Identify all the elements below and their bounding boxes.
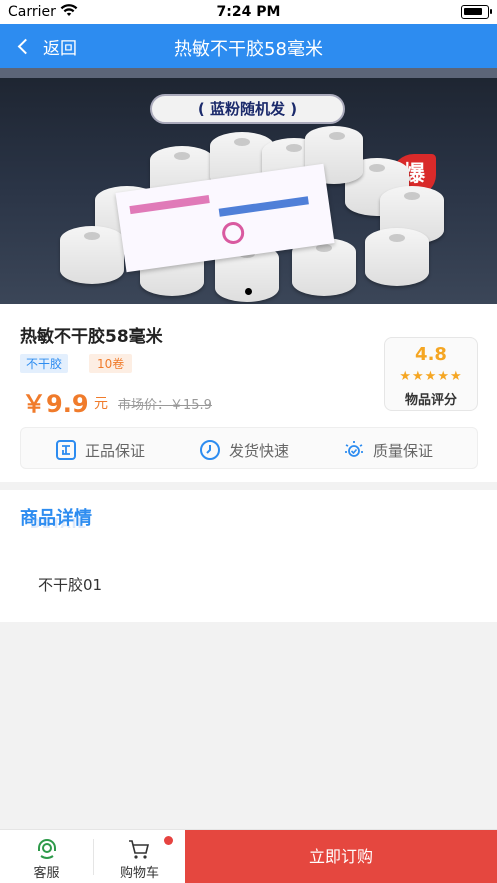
cart-icon xyxy=(129,840,150,859)
guarantee-fast-shipping-label: 发货快速 xyxy=(229,441,290,460)
paper-roll xyxy=(60,226,124,284)
clock-time: 7:24 PM xyxy=(216,4,281,20)
navigation-bar: 返回 热敏不干胶58毫米 xyxy=(0,24,497,68)
banner-header-strip xyxy=(0,68,497,78)
guarantee-fast-shipping: 发货快速 xyxy=(199,439,289,461)
status-bar: Carrier 7:24 PM xyxy=(0,0,497,24)
bottom-action-bar: 客服 购物车 立即订购 xyxy=(0,829,497,883)
product-price: ￥9.9 xyxy=(22,390,89,418)
cart-badge xyxy=(164,836,173,845)
product-info-card: 热敏不干胶58毫米 不干胶 10卷 ￥9.9 元 市场价：￥15.9 4.8 ★… xyxy=(0,304,497,482)
detail-title: 商品详情 xyxy=(20,508,92,529)
authentic-icon xyxy=(56,440,76,460)
product-tag-type: 不干胶 xyxy=(20,354,69,373)
product-detail-section: DETAIL 商品详情 不干胶01 xyxy=(0,490,497,622)
guarantee-authentic-label: 正品保证 xyxy=(85,441,146,460)
guarantee-quality: 质量保证 xyxy=(343,439,433,461)
detail-body: 不干胶01 xyxy=(38,576,103,594)
customer-service-button[interactable]: 客服 xyxy=(0,830,93,883)
banner-tag: ( 蓝粉随机发 ) xyxy=(150,94,345,124)
product-name: 热敏不干胶58毫米 xyxy=(20,327,163,347)
headset-icon xyxy=(38,839,56,859)
battery-icon xyxy=(461,5,492,19)
clock-icon xyxy=(200,440,220,460)
guarantee-authentic: 正品保证 xyxy=(55,439,145,461)
rating-box: 4.8 ★★★★★ 物品评分 xyxy=(384,337,478,411)
price-unit: 元 xyxy=(94,396,108,412)
rating-label: 物品评分 xyxy=(404,393,457,408)
carousel-indicator-dot[interactable] xyxy=(245,288,252,295)
rating-score: 4.8 xyxy=(415,344,447,365)
quality-icon xyxy=(345,441,363,457)
guarantee-bar: 正品保证 发货快速 质量保证 xyxy=(20,427,478,469)
rating-stars: ★★★★★ xyxy=(399,369,463,384)
market-price: 市场价：￥15.9 xyxy=(118,398,212,413)
product-tag-quantity: 10卷 xyxy=(89,354,133,373)
buy-now-button[interactable]: 立即订购 xyxy=(185,830,497,883)
guarantee-quality-label: 质量保证 xyxy=(373,441,434,460)
paper-roll xyxy=(365,228,429,286)
customer-service-label: 客服 xyxy=(33,866,60,881)
page-title: 热敏不干胶58毫米 xyxy=(174,39,323,60)
cart-label: 购物车 xyxy=(119,866,159,881)
product-image-carousel[interactable]: ( 蓝粉随机发 ) 爆 xyxy=(0,68,497,304)
